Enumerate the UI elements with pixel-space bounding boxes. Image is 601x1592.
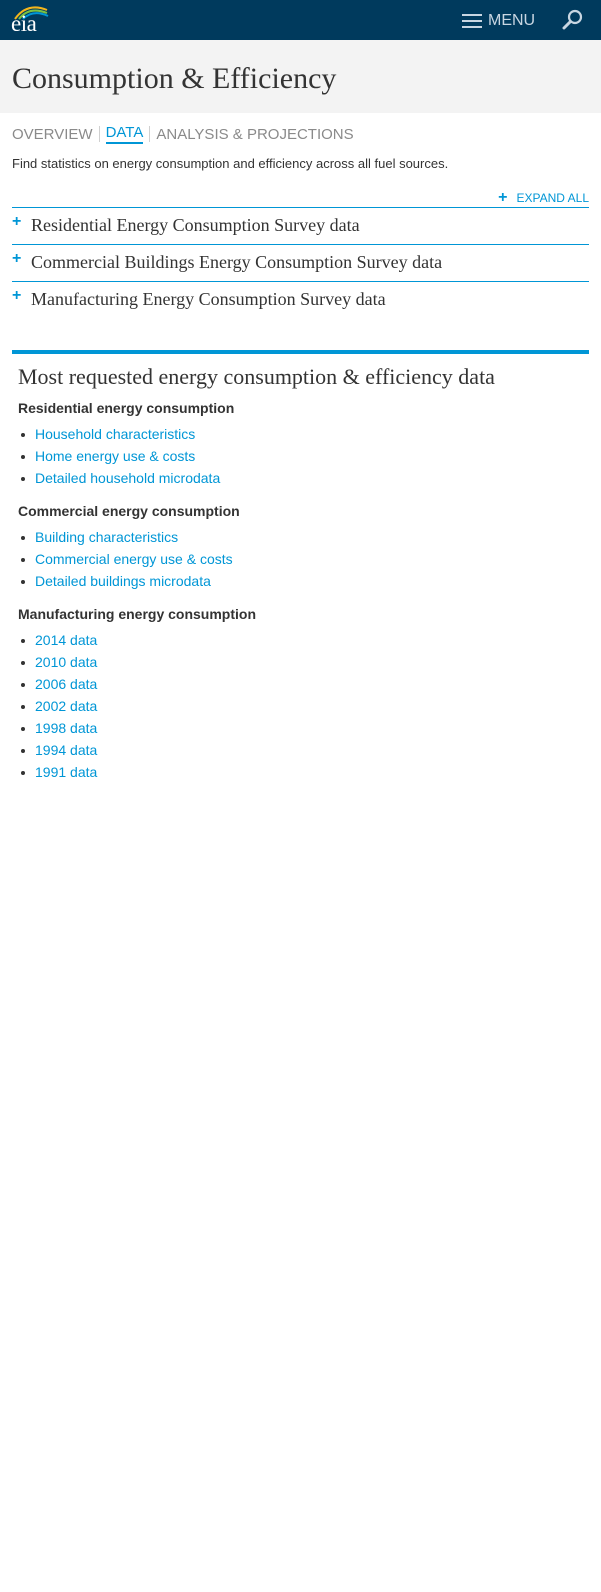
plus-icon: + (12, 213, 22, 230)
logo-text: eia (11, 11, 37, 36)
group-heading: Manufacturing energy consumption (18, 606, 257, 622)
group-heading: Commercial energy consumption (18, 503, 240, 519)
data-1994-link[interactable]: 1994 data (35, 742, 97, 758)
accordion-item-recs[interactable]: + Residential Energy Consumption Survey … (12, 207, 589, 244)
list-item: Household characteristics (18, 425, 234, 447)
household-characteristics-link[interactable]: Household characteristics (35, 426, 195, 442)
list-item: 1991 data (18, 763, 256, 785)
plus-icon: + (12, 250, 22, 267)
hamburger-icon (462, 13, 482, 29)
residential-group: Residential energy consumption Household… (18, 400, 234, 491)
list-item: 2002 data (18, 697, 256, 719)
link-list: 2014 data 2010 data 2006 data 2002 data … (18, 631, 256, 785)
expand-all-button[interactable]: + EXPAND ALL (498, 190, 589, 206)
data-2006-link[interactable]: 2006 data (35, 676, 97, 692)
group-heading: Residential energy consumption (18, 400, 235, 416)
tab-divider (98, 126, 100, 142)
home-energy-use-costs-link[interactable]: Home energy use & costs (35, 448, 195, 464)
data-2002-link[interactable]: 2002 data (35, 698, 97, 714)
plus-icon: + (498, 189, 508, 206)
list-item: 1994 data (18, 741, 256, 763)
menu-button[interactable]: MENU (462, 11, 535, 31)
list-item: Building characteristics (18, 528, 240, 550)
commercial-group: Commercial energy consumption Building c… (18, 503, 240, 594)
top-nav-bar: eia MENU (0, 0, 601, 40)
list-item: 2014 data (18, 631, 256, 653)
list-item: Commercial energy use & costs (18, 550, 240, 572)
link-list: Household characteristics Home energy us… (18, 425, 234, 491)
building-characteristics-link[interactable]: Building characteristics (35, 529, 178, 545)
section-tabs: OVERVIEW DATA ANALYSIS & PROJECTIONS (12, 124, 354, 144)
data-2014-link[interactable]: 2014 data (35, 632, 97, 648)
list-item: Detailed household microdata (18, 469, 234, 491)
tab-divider (149, 126, 151, 142)
most-requested-panel: Most requested energy consumption & effi… (12, 350, 589, 780)
expand-all-label: EXPAND ALL (516, 191, 589, 205)
manufacturing-group: Manufacturing energy consumption 2014 da… (18, 606, 256, 785)
list-item: 2010 data (18, 653, 256, 675)
commercial-energy-use-costs-link[interactable]: Commercial energy use & costs (35, 551, 233, 567)
most-requested-title: Most requested energy consumption & effi… (18, 364, 495, 389)
plus-icon: + (12, 287, 22, 304)
tab-overview[interactable]: OVERVIEW (12, 126, 93, 143)
page-title: Consumption & Efficiency (12, 62, 337, 95)
household-microdata-link[interactable]: Detailed household microdata (35, 470, 220, 486)
search-icon[interactable] (562, 9, 584, 31)
accordion-item-mecs[interactable]: + Manufacturing Energy Consumption Surve… (12, 281, 589, 318)
accordion-title: Manufacturing Energy Consumption Survey … (31, 289, 386, 309)
tab-analysis-projections[interactable]: ANALYSIS & PROJECTIONS (156, 126, 353, 143)
survey-accordion: + Residential Energy Consumption Survey … (12, 207, 589, 318)
tab-data[interactable]: DATA (105, 124, 144, 144)
intro-text: Find statistics on energy consumption an… (12, 156, 449, 171)
list-item: Home energy use & costs (18, 447, 234, 469)
menu-label: MENU (488, 12, 536, 29)
accordion-item-cbecs[interactable]: + Commercial Buildings Energy Consumptio… (12, 244, 589, 281)
data-2010-link[interactable]: 2010 data (35, 654, 97, 670)
list-item: Detailed buildings microdata (18, 572, 240, 594)
list-item: 1998 data (18, 719, 256, 741)
page-hero: Consumption & Efficiency (0, 40, 601, 113)
data-1991-link[interactable]: 1991 data (35, 764, 97, 780)
buildings-microdata-link[interactable]: Detailed buildings microdata (35, 573, 211, 589)
accordion-title: Residential Energy Consumption Survey da… (31, 215, 360, 235)
data-1998-link[interactable]: 1998 data (35, 720, 97, 736)
link-list: Building characteristics Commercial ener… (18, 528, 240, 594)
list-item: 2006 data (18, 675, 256, 697)
accordion-title: Commercial Buildings Energy Consumption … (31, 252, 443, 272)
eia-logo[interactable]: eia (11, 4, 51, 36)
